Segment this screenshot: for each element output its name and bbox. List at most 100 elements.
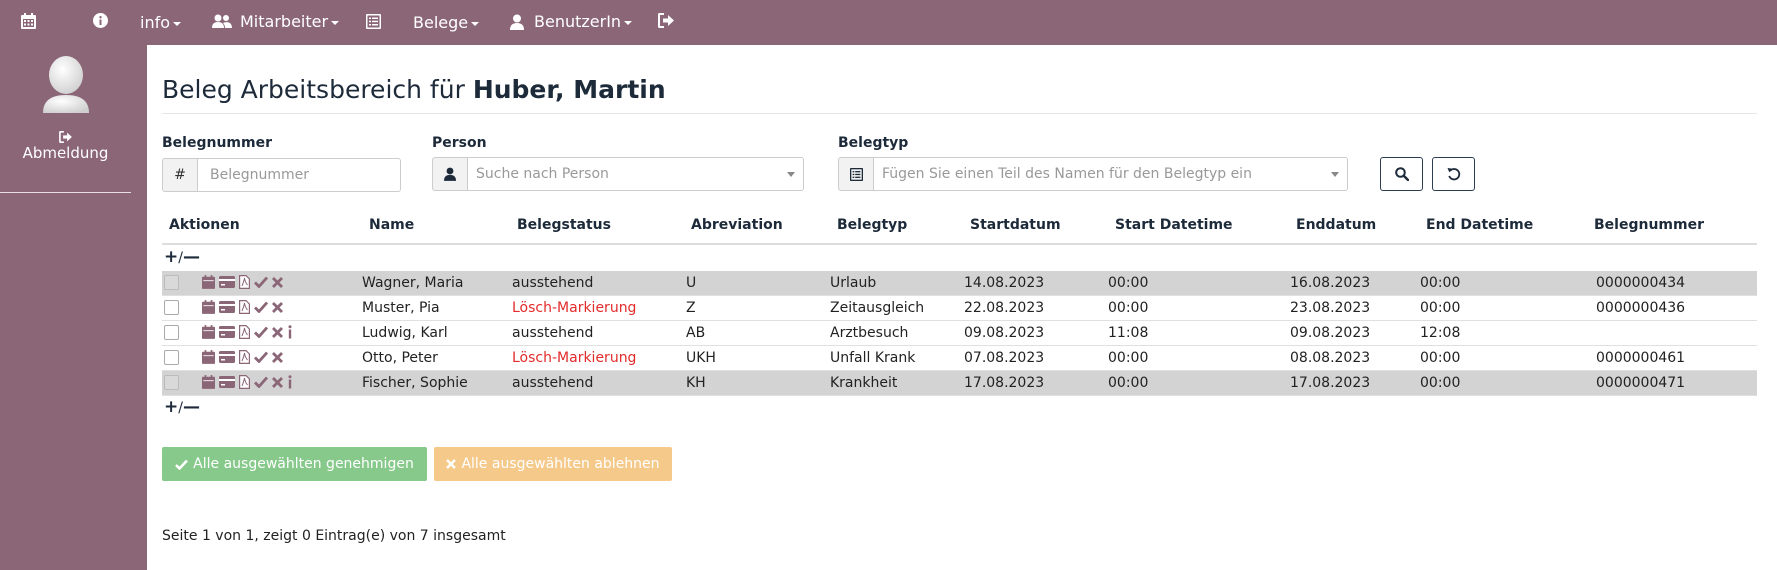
col-enddatum[interactable]: Enddatum (1296, 217, 1376, 233)
users-icon (212, 14, 232, 28)
times-icon (446, 459, 457, 469)
cell-typ: Krankheit (830, 375, 898, 391)
sign-out-icon (59, 131, 72, 143)
sidebar-logout-link[interactable]: Abmeldung (0, 131, 131, 162)
user-icon (510, 14, 524, 30)
cell-end: 09.08.2023 (1290, 325, 1371, 341)
table-header-rule (162, 243, 1757, 245)
check-icon[interactable] (254, 351, 268, 363)
expand-collapse-toggle[interactable]: +/— (164, 247, 200, 267)
benutzer-menu[interactable]: BenutzerIn (510, 12, 633, 31)
col-belegtyp[interactable]: Belegtyp (837, 217, 907, 233)
belegnummer-input[interactable]: Belegnummer (198, 158, 401, 192)
times-icon[interactable] (272, 301, 283, 313)
calendar-icon[interactable] (202, 375, 215, 389)
file-pdf-icon[interactable] (239, 350, 250, 364)
info-menu[interactable]: info (140, 13, 182, 32)
person-select[interactable]: Suche nach Person (468, 157, 804, 191)
sidebar-divider (0, 192, 131, 193)
page-title-prefix: Beleg Arbeitsbereich für (162, 75, 465, 104)
person-label: Person (432, 135, 487, 151)
times-icon[interactable] (272, 326, 283, 338)
cell-end: 08.08.2023 (1290, 350, 1371, 366)
col-end-datetime[interactable]: End Datetime (1426, 217, 1533, 233)
row-checkbox[interactable] (164, 275, 179, 290)
credit-card-icon[interactable] (219, 376, 235, 388)
calendar-icon[interactable] (202, 300, 215, 314)
info-icon[interactable] (287, 375, 293, 389)
cell-start-time: 00:00 (1108, 300, 1149, 316)
sidebar-logout-label: Abmeldung (22, 144, 109, 162)
col-name[interactable]: Name (369, 217, 414, 233)
title-divider (162, 113, 1757, 114)
belegtyp-select-placeholder: Fügen Sie einen Teil des Namen für den B… (882, 166, 1252, 182)
times-icon[interactable] (272, 376, 283, 388)
reject-all-button[interactable]: Alle ausgewählten ablehnen (434, 447, 672, 481)
caret-down-icon (173, 22, 182, 26)
cell-name: Fischer, Sophie (362, 375, 468, 391)
belege-menu[interactable]: Belege (413, 13, 480, 32)
logout-nav-button[interactable] (658, 13, 674, 28)
list-nav-button[interactable] (366, 14, 381, 29)
search-button[interactable] (1380, 157, 1423, 191)
info-menu-label: info (140, 13, 171, 32)
approve-all-button[interactable]: Alle ausgewählten genehmigen (162, 447, 427, 481)
col-aktionen: Aktionen (169, 217, 240, 233)
cell-typ: Urlaub (830, 275, 877, 291)
times-icon[interactable] (272, 351, 283, 363)
calendar-nav-button[interactable] (21, 13, 36, 29)
credit-card-icon[interactable] (219, 326, 235, 338)
row-checkbox[interactable] (164, 350, 179, 365)
credit-card-icon[interactable] (219, 276, 235, 288)
search-icon (1394, 167, 1409, 181)
avatar (43, 56, 89, 113)
belegtyp-select[interactable]: Fügen Sie einen Teil des Namen für den B… (874, 157, 1348, 191)
col-belegnummer[interactable]: Belegnummer (1594, 217, 1704, 233)
row-checkbox[interactable] (164, 325, 179, 340)
cell-name: Muster, Pia (362, 300, 440, 316)
cell-end-time: 12:08 (1420, 325, 1461, 341)
cell-status: Lösch-Markierung (512, 300, 637, 316)
check-icon[interactable] (254, 276, 268, 288)
credit-card-icon[interactable] (219, 351, 235, 363)
row-checkbox[interactable] (164, 300, 179, 315)
credit-card-icon[interactable] (219, 301, 235, 313)
check-icon (175, 459, 189, 470)
cell-typ: Zeitausgleich (830, 300, 925, 316)
row-checkbox[interactable] (164, 375, 179, 390)
cell-abbr: UKH (686, 350, 716, 366)
cell-typ: Unfall Krank (830, 350, 916, 366)
person-select-placeholder: Suche nach Person (476, 166, 609, 182)
check-icon[interactable] (254, 301, 268, 313)
col-startdatum[interactable]: Startdatum (970, 217, 1061, 233)
info-icon-button[interactable] (93, 13, 108, 28)
cell-end-time: 00:00 (1420, 300, 1461, 316)
expand-collapse-toggle-bottom[interactable]: +/— (164, 397, 200, 417)
person-input-group: Suche nach Person (432, 157, 804, 191)
cell-abbr: KH (686, 375, 706, 391)
calendar-icon[interactable] (202, 350, 215, 364)
row-actions (202, 375, 293, 389)
col-start-datetime[interactable]: Start Datetime (1115, 217, 1233, 233)
info-icon[interactable] (287, 325, 293, 339)
file-pdf-icon[interactable] (239, 300, 250, 314)
mitarbeiter-menu[interactable]: Mitarbeiter (212, 12, 340, 31)
file-pdf-icon[interactable] (239, 375, 250, 389)
table-row: Fischer, Sophie ausstehend KH Krankheit 17.0… (162, 371, 1757, 396)
cell-status: ausstehend (512, 275, 594, 291)
calendar-icon[interactable] (202, 275, 215, 289)
cell-status: ausstehend (512, 375, 594, 391)
check-icon[interactable] (254, 376, 268, 388)
file-pdf-icon[interactable] (239, 275, 250, 289)
cell-typ: Arztbesuch (830, 325, 909, 341)
col-belegstatus[interactable]: Belegstatus (517, 217, 611, 233)
approve-all-label: Alle ausgewählten genehmigen (193, 456, 414, 472)
col-abreviation[interactable]: Abreviation (691, 217, 783, 233)
calendar-icon[interactable] (202, 325, 215, 339)
reset-button[interactable] (1432, 157, 1475, 191)
table-row: Otto, Peter Lösch-Markierung UKH Unfall Kra… (162, 346, 1757, 371)
times-icon[interactable] (272, 276, 283, 288)
cell-end: 16.08.2023 (1290, 275, 1371, 291)
check-icon[interactable] (254, 326, 268, 338)
file-pdf-icon[interactable] (239, 325, 250, 339)
